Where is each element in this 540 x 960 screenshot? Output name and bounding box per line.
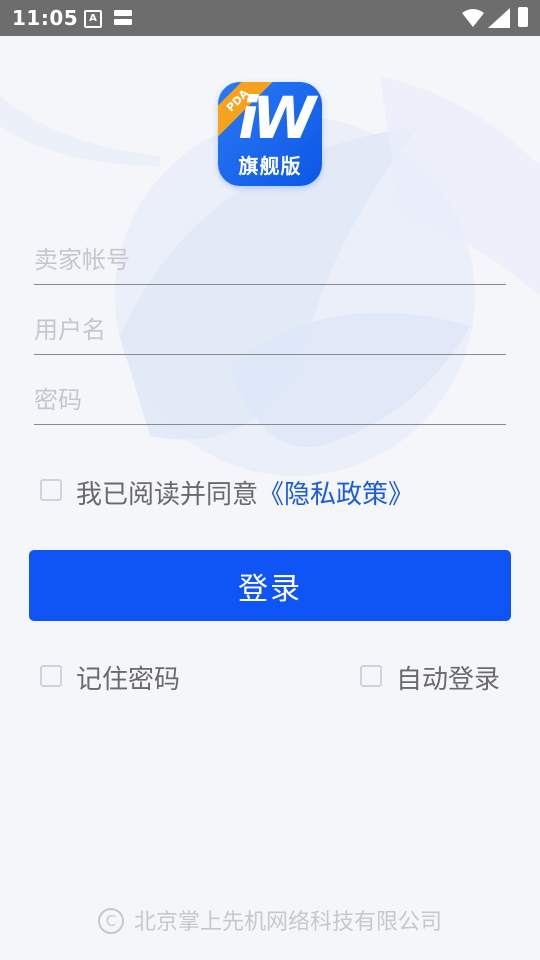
- auto-login-checkbox[interactable]: [360, 665, 382, 687]
- username-input[interactable]: [34, 312, 504, 348]
- signal-icon: [488, 8, 510, 28]
- battery-icon: [518, 7, 528, 27]
- a-notification-icon: A: [84, 10, 102, 28]
- company-name: 北京掌上先机网络科技有限公司: [133, 910, 442, 935]
- password-input[interactable]: [34, 382, 504, 418]
- username-field: [34, 304, 506, 355]
- seller-account-input[interactable]: [34, 242, 504, 278]
- privacy-policy-link[interactable]: 《隐私政策》: [258, 480, 414, 510]
- status-bar: 11:05 A: [0, 0, 540, 36]
- agreement-label: 我已阅读并同意: [76, 480, 259, 510]
- remember-password-label[interactable]: 记住密码: [76, 659, 180, 696]
- app-logo: PDA iW 旗舰版: [218, 82, 322, 186]
- login-button[interactable]: 登录: [29, 550, 511, 621]
- seller-account-field: [34, 234, 506, 285]
- agreement-text: 我已阅读并同意《隐私政策》: [76, 474, 414, 511]
- logo-subtitle: 旗舰版: [238, 154, 302, 178]
- wifi-icon: [462, 9, 484, 27]
- remember-password-checkbox[interactable]: [40, 665, 62, 687]
- agreement-checkbox[interactable]: [40, 479, 62, 501]
- logo-mark: iW: [238, 84, 316, 152]
- footer: C 北京掌上先机网络科技有限公司: [0, 904, 540, 938]
- copyright-icon: C: [97, 908, 124, 934]
- auto-login-label[interactable]: 自动登录: [396, 659, 500, 696]
- password-field: [34, 374, 506, 425]
- storage-icon: [114, 10, 132, 26]
- status-time: 11:05: [12, 6, 79, 30]
